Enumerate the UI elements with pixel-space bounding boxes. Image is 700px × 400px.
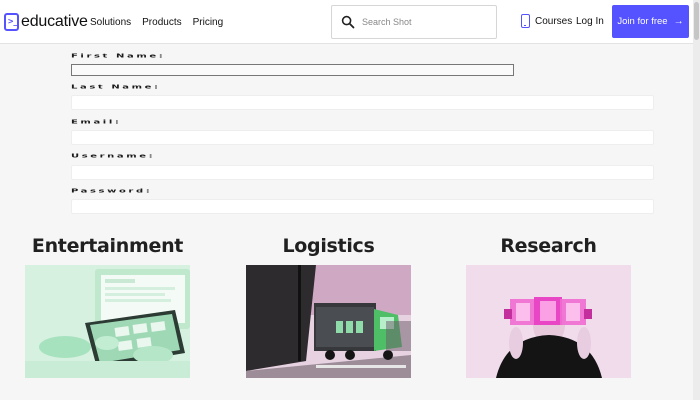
research-image[interactable] [466, 265, 631, 378]
card-title-logistics: Logistics [282, 235, 375, 257]
join-label: Join for free [617, 16, 668, 27]
nav-products[interactable]: Products [142, 17, 181, 28]
tablet-icon [521, 14, 530, 28]
nav-pricing[interactable]: Pricing [193, 17, 224, 28]
logo-text: educative [21, 13, 88, 30]
educative-logo[interactable]: >_ educative [4, 12, 88, 32]
username-label: Username: [71, 153, 156, 160]
search-icon [341, 15, 355, 29]
top-navbar: >_ educative Solutions Products Pricing … [0, 0, 700, 44]
card-title-research: Research [500, 235, 597, 257]
email-field[interactable] [71, 130, 654, 145]
login-link[interactable]: Log In [576, 16, 604, 27]
search-box[interactable] [331, 5, 497, 39]
last-name-label: Last Name: [71, 84, 161, 91]
logistics-image[interactable] [246, 265, 411, 378]
page-scrollbar[interactable] [693, 0, 700, 400]
nav-solutions[interactable]: Solutions [90, 17, 131, 28]
arrow-right-icon: → [673, 16, 684, 27]
first-name-label: First Name: [71, 53, 166, 60]
card-title-entertainment: Entertainment [31, 235, 184, 257]
username-field[interactable] [71, 165, 654, 180]
last-name-field[interactable] [71, 95, 654, 110]
courses-label: Courses [535, 15, 573, 27]
password-field[interactable] [71, 199, 654, 214]
courses-link[interactable]: Courses [516, 14, 572, 28]
scrollbar-thumb[interactable] [694, 2, 699, 40]
entertainment-image[interactable] [25, 265, 190, 378]
logo-icon: >_ [4, 13, 19, 31]
password-label: Password: [71, 188, 153, 195]
main-nav: Solutions Products Pricing [90, 17, 234, 28]
join-for-free-button[interactable]: Join for free → [612, 5, 689, 38]
email-label: Email: [71, 119, 122, 126]
search-input[interactable] [362, 17, 492, 27]
first-name-field[interactable] [71, 64, 514, 76]
